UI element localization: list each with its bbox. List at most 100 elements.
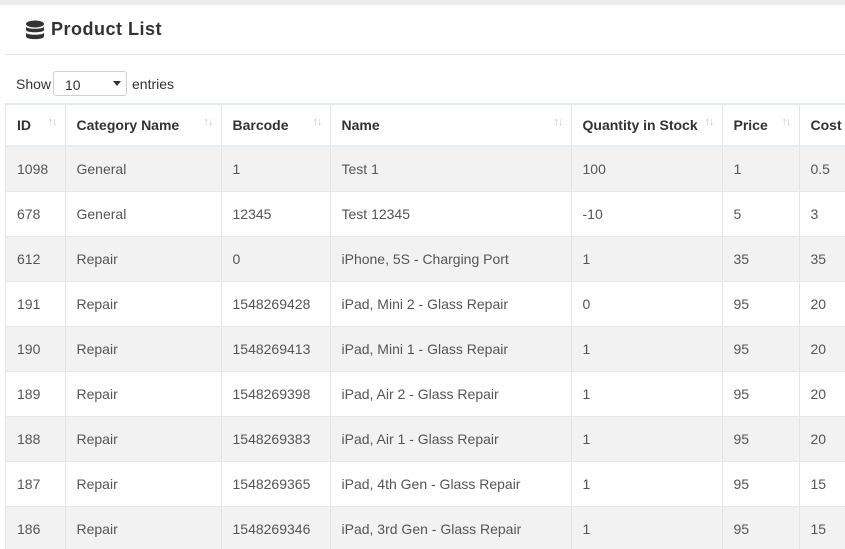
cell-barcode: 1 [221, 146, 331, 192]
table-row[interactable]: 1098 General 1 Test 1 100 1 0.5 [6, 146, 845, 192]
cell-id: 678 [6, 191, 66, 237]
cell-cost: 20 [799, 416, 845, 462]
cell-category: Repair [65, 506, 222, 549]
cell-price: 95 [722, 281, 800, 327]
cell-cost: 35 [799, 236, 845, 282]
column-header-label: Quantity in Stock [582, 117, 698, 133]
column-header-name[interactable]: Name ↑↓ [330, 103, 572, 147]
cell-quantity: 1 [571, 416, 723, 462]
cell-category: General [65, 191, 222, 237]
cell-category: Repair [65, 326, 222, 372]
cell-id: 189 [6, 371, 66, 417]
entries-select-value: 10 [65, 77, 81, 93]
table-row[interactable]: 186 Repair 1548269346 iPad, 3rd Gen - Gl… [6, 506, 845, 549]
column-header-label: Cost [810, 117, 842, 133]
table-row[interactable]: 191 Repair 1548269428 iPad, Mini 2 - Gla… [6, 281, 845, 327]
cell-price: 35 [722, 236, 800, 282]
table-row[interactable]: 612 Repair 0 iPhone, 5S - Charging Port … [6, 236, 845, 282]
column-header-id[interactable]: ID ↑↓ [6, 103, 66, 147]
cell-price: 95 [722, 371, 800, 417]
cell-name: iPad, Mini 1 - Glass Repair [330, 326, 572, 372]
sort-icon: ↑↓ [704, 116, 715, 128]
sort-icon: ↑↓ [312, 116, 323, 128]
cell-barcode: 1548269428 [221, 281, 331, 327]
entries-select[interactable]: 10 [53, 71, 127, 96]
column-header-quantity[interactable]: Quantity in Stock ↑↓ [571, 103, 723, 147]
cell-id: 187 [6, 461, 66, 507]
table-row[interactable]: 678 General 12345 Test 12345 -10 5 3 [6, 191, 845, 237]
cell-quantity: 100 [571, 146, 723, 192]
table-row[interactable]: 188 Repair 1548269383 iPad, Air 1 - Glas… [6, 416, 845, 462]
cell-barcode: 1548269383 [221, 416, 331, 462]
cell-barcode: 1548269398 [221, 371, 331, 417]
column-header-label: Price [733, 117, 768, 133]
sort-icon: ↑↓ [47, 116, 58, 128]
cell-name: iPad, Air 2 - Glass Repair [330, 371, 572, 417]
column-header-label: ID [17, 117, 31, 133]
cell-name: iPad, 3rd Gen - Glass Repair [330, 506, 572, 549]
entries-label: entries [132, 76, 175, 92]
cell-category: Repair [65, 416, 222, 462]
cell-category: Repair [65, 281, 222, 327]
cell-name: Test 12345 [330, 191, 572, 237]
product-table-container: ID ↑↓ Category Name ↑↓ Barcode ↑↓ Name ↑↓ Qu… [5, 103, 845, 549]
sort-icon: ↑↓ [553, 116, 564, 128]
column-header-label: Name [341, 117, 380, 133]
cell-price: 95 [722, 416, 800, 462]
cell-quantity: 1 [571, 326, 723, 372]
cell-cost: 20 [799, 281, 845, 327]
cell-price: 5 [722, 191, 800, 237]
database-icon [26, 20, 44, 40]
column-header-category-name[interactable]: Category Name ↑↓ [65, 103, 222, 147]
cell-name: Test 1 [330, 146, 572, 192]
column-header-label: Category Name [76, 117, 180, 133]
table-body: 1098 General 1 Test 1 100 1 0.5 678 Gene… [6, 146, 845, 549]
cell-barcode: 12345 [221, 191, 331, 237]
cell-quantity: 0 [571, 281, 723, 327]
cell-cost: 15 [799, 461, 845, 507]
cell-id: 188 [6, 416, 66, 462]
cell-name: iPad, Air 1 - Glass Repair [330, 416, 572, 462]
cell-quantity: -10 [571, 191, 723, 237]
cell-quantity: 1 [571, 371, 723, 417]
cell-name: iPad, 4th Gen - Glass Repair [330, 461, 572, 507]
column-header-label: Barcode [232, 117, 289, 133]
cell-price: 95 [722, 506, 800, 549]
cell-barcode: 1548269365 [221, 461, 331, 507]
cell-id: 191 [6, 281, 66, 327]
show-label: Show [16, 76, 52, 92]
cell-name: iPad, Mini 2 - Glass Repair [330, 281, 572, 327]
sort-icon: ↑↓ [781, 116, 792, 128]
cell-category: Repair [65, 236, 222, 282]
table-row[interactable]: 190 Repair 1548269413 iPad, Mini 1 - Gla… [6, 326, 845, 372]
cell-category: Repair [65, 371, 222, 417]
chevron-down-icon [113, 81, 121, 86]
table-row[interactable]: 187 Repair 1548269365 iPad, 4th Gen - Gl… [6, 461, 845, 507]
cell-quantity: 1 [571, 236, 723, 282]
cell-cost: 20 [799, 326, 845, 372]
table-header-row: ID ↑↓ Category Name ↑↓ Barcode ↑↓ Name ↑↓ Qu… [6, 103, 845, 147]
sort-icon: ↑↓ [203, 116, 214, 128]
cell-cost: 3 [799, 191, 845, 237]
cell-category: Repair [65, 461, 222, 507]
cell-price: 95 [722, 326, 800, 372]
table-row[interactable]: 189 Repair 1548269398 iPad, Air 2 - Glas… [6, 371, 845, 417]
cell-id: 612 [6, 236, 66, 282]
cell-quantity: 1 [571, 461, 723, 507]
cell-category: General [65, 146, 222, 192]
panel-header: Product List [5, 5, 845, 55]
cell-id: 1098 [6, 146, 66, 192]
cell-cost: 20 [799, 371, 845, 417]
cell-cost: 15 [799, 506, 845, 549]
column-header-barcode[interactable]: Barcode ↑↓ [221, 103, 331, 147]
cell-barcode: 0 [221, 236, 331, 282]
cell-id: 186 [6, 506, 66, 549]
cell-price: 95 [722, 461, 800, 507]
page-title: Product List [51, 19, 163, 39]
cell-quantity: 1 [571, 506, 723, 549]
cell-name: iPhone, 5S - Charging Port [330, 236, 572, 282]
product-table: ID ↑↓ Category Name ↑↓ Barcode ↑↓ Name ↑↓ Qu… [6, 103, 845, 549]
column-header-price[interactable]: Price ↑↓ [722, 103, 800, 147]
column-header-cost[interactable]: Cost↑↓ [799, 103, 845, 147]
cell-cost: 0.5 [799, 146, 845, 192]
